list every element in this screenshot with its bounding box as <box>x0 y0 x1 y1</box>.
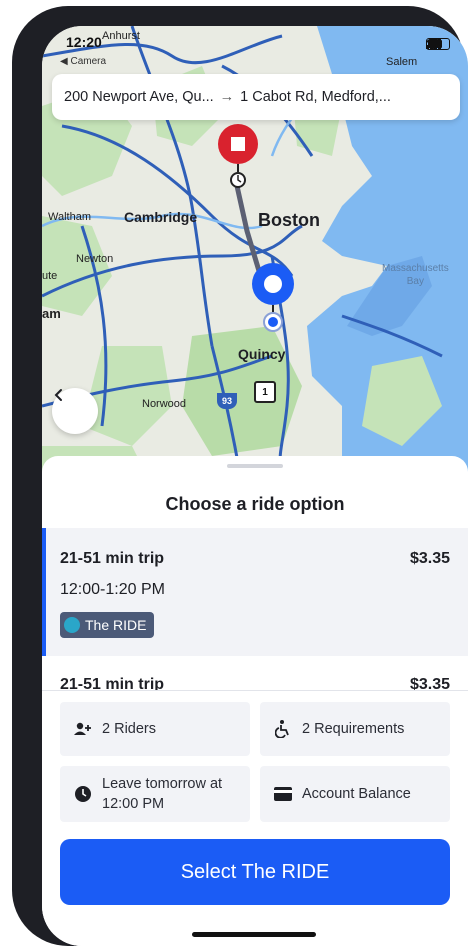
map-label-massachusetts-bay: Massachusetts Bay <box>382 263 449 287</box>
destination-address: 1 Cabot Rd, Medford,... <box>240 89 391 105</box>
sheet-drag-handle[interactable] <box>227 464 283 468</box>
highway-shield-1: 1 <box>254 381 276 403</box>
screen: Anhurst Salem Waltham Cambridge Boston N… <box>42 26 468 946</box>
requirements-chip[interactable]: 2 Requirements <box>260 702 450 756</box>
home-indicator[interactable] <box>192 932 316 937</box>
map-view[interactable]: Anhurst Salem Waltham Cambridge Boston N… <box>42 26 468 486</box>
select-ride-button[interactable]: Select The RIDE <box>60 839 450 905</box>
service-logo-icon <box>64 617 80 633</box>
map-label-cambridge: Cambridge <box>124 209 198 225</box>
origin-pin-icon <box>252 263 294 332</box>
highway-shield-93-label: 93 <box>221 396 232 406</box>
divider <box>42 690 468 691</box>
map-label-quincy: Quincy <box>238 346 286 362</box>
payment-method-label: Account Balance <box>302 786 411 802</box>
origin-address: 200 Newport Ave, Qu... <box>64 89 214 105</box>
back-to-app-link[interactable]: ◀ Camera <box>60 56 106 67</box>
map-label-norwood: Norwood <box>142 398 187 410</box>
requirements-label: 2 Requirements <box>302 721 405 737</box>
selected-indicator <box>42 528 46 656</box>
status-icons <box>426 38 450 50</box>
service-name: The RIDE <box>85 617 147 633</box>
map-label-ute: ute <box>42 270 58 282</box>
trip-price-2: $3.35 <box>409 676 450 690</box>
phone-frame: Anhurst Salem Waltham Cambridge Boston N… <box>12 6 468 946</box>
sheet-title: Choose a ride option <box>165 494 345 514</box>
trip-price: $3.35 <box>409 550 450 567</box>
payment-method-chip[interactable]: Account Balance <box>260 766 450 822</box>
status-time: 12:20 <box>66 34 102 50</box>
pickup-window: 12:00-1:20 PM <box>60 581 165 598</box>
highway-shield-93: 93 <box>217 393 237 409</box>
map-label-boston: Boston <box>258 210 320 230</box>
status-bar: 12:20 ◀ Camera <box>42 28 468 67</box>
map-label-waltham: Waltham <box>48 211 91 223</box>
ride-option-next[interactable]: 21-51 min trip $3.35 <box>42 676 468 690</box>
back-button[interactable] <box>52 388 98 434</box>
ride-options-sheet: Choose a ride option 21-51 min trip $3.3… <box>42 456 468 946</box>
ride-option-selected[interactable]: 21-51 min trip $3.35 12:00-1:20 PM The R… <box>42 528 468 656</box>
route-summary-bar[interactable]: 200 Newport Ave, Qu... → 1 Cabot Rd, Med… <box>52 74 460 120</box>
route-arrow-icon: → <box>219 89 235 105</box>
add-person-icon <box>74 720 92 738</box>
trip-duration-2: 21-51 min trip <box>60 676 165 690</box>
riders-chip[interactable]: 2 Riders <box>60 702 250 756</box>
credit-card-icon <box>274 785 292 803</box>
destination-pin-icon <box>218 124 258 188</box>
map-label-am: am <box>42 306 61 321</box>
highway-shield-1-label: 1 <box>262 386 268 398</box>
departure-time-chip[interactable]: Leave tomorrow at 12:00 PM <box>60 766 250 822</box>
wheelchair-icon <box>274 720 292 738</box>
service-badge: The RIDE <box>60 612 155 638</box>
chevron-left-icon <box>54 389 62 401</box>
riders-label: 2 Riders <box>102 721 156 737</box>
map-label-newton: Newton <box>76 253 114 265</box>
clock-icon <box>74 785 92 803</box>
departure-time-label: Leave tomorrow at 12:00 PM <box>102 776 223 812</box>
battery-icon <box>426 38 450 50</box>
trip-duration: 21-51 min trip <box>60 550 165 567</box>
